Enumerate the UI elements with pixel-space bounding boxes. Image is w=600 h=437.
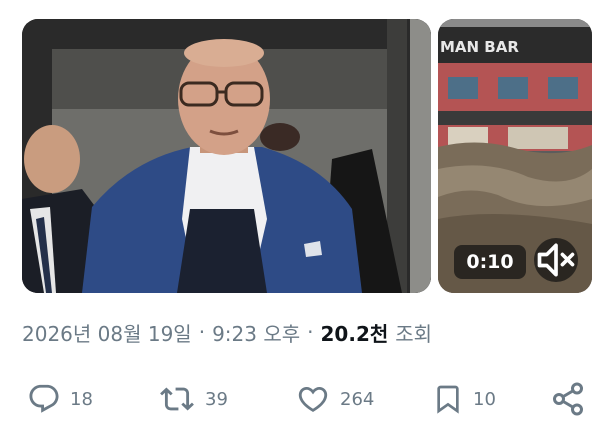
bookmark-button[interactable]: 10 xyxy=(432,375,496,423)
separator-dot: · xyxy=(198,320,206,344)
tweet-actions-bar: 18 39 264 10 xyxy=(0,375,600,423)
like-count: 264 xyxy=(340,388,375,410)
retweet-icon xyxy=(160,387,194,411)
retweet-count: 39 xyxy=(205,388,228,410)
share-button[interactable] xyxy=(550,375,586,423)
svg-text:MAN BAR: MAN BAR xyxy=(440,38,519,56)
muted-speaker-icon xyxy=(537,243,575,277)
views-label: 조회 xyxy=(395,321,433,346)
tweet-metadata: 2026년 08월 19일 · 9:23 오후 · 20.2천 조회 xyxy=(22,315,432,349)
heart-icon xyxy=(298,386,328,412)
video-thumbnail[interactable]: MAN BAR 0:10 xyxy=(438,19,592,293)
share-icon xyxy=(553,382,583,416)
separator-dot: · xyxy=(307,320,314,344)
bookmark-icon xyxy=(437,385,459,414)
reply-icon xyxy=(29,384,59,413)
mute-button[interactable] xyxy=(534,238,578,282)
post-time[interactable]: 9:23 오후 xyxy=(212,318,300,347)
video-duration-badge: 0:10 xyxy=(454,245,526,279)
reply-button[interactable]: 18 xyxy=(27,375,93,423)
like-button[interactable]: 264 xyxy=(295,375,374,423)
views-count: 20.2천 xyxy=(320,321,389,346)
media-gallery: MAN BAR 0:10 xyxy=(22,19,592,293)
photo-thumbnail[interactable] xyxy=(22,19,431,293)
photo-image xyxy=(22,19,431,293)
bookmark-count: 10 xyxy=(473,388,496,410)
reply-count: 18 xyxy=(70,388,93,410)
retweet-button[interactable]: 39 xyxy=(158,375,228,423)
post-date: 2026년 08월 19일 xyxy=(22,321,192,346)
